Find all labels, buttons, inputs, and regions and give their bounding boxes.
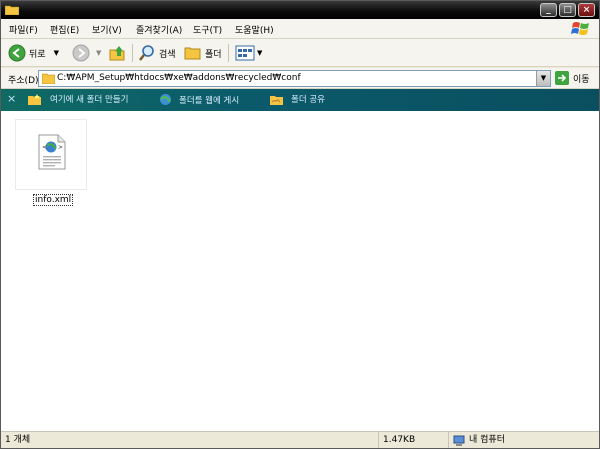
address-label: 주소(D): [8, 76, 39, 86]
go-button[interactable]: 이동: [555, 71, 590, 85]
views-icon: [235, 45, 255, 61]
status-location: 내 컴퓨터: [449, 432, 599, 448]
menu-bar: 파일(F) 편집(E) 보기(V) 즐겨찾기(A) 도구(T) 도움말(H): [1, 19, 599, 39]
file-list-area[interactable]: < > info.xml: [1, 111, 599, 431]
minimize-button[interactable]: _: [540, 3, 557, 17]
menu-edit[interactable]: 편집(E): [50, 23, 79, 36]
task-new-folder-label: 여기에 새 폴더 만들기: [50, 95, 129, 105]
task-new-folder[interactable]: 여기에 새 폴더 만들기: [28, 93, 129, 105]
go-arrow-icon: [555, 71, 569, 85]
maximize-button[interactable]: □: [559, 3, 576, 17]
menu-view[interactable]: 보기(V): [92, 23, 122, 36]
menu-favorites[interactable]: 즐겨찾기(A): [136, 23, 182, 36]
toolbar: 뒤로 ▼ ▼ 검색 폴더 ▼: [1, 39, 599, 67]
task-publish-web-label: 폴더를 웹에 게시: [179, 95, 240, 106]
file-item-thumbnail[interactable]: < >: [15, 119, 87, 190]
toolbar-separator: [132, 44, 133, 62]
address-field[interactable]: C:₩APM_Setup₩htdocs₩xe₩addons₩recycled₩c…: [38, 70, 551, 87]
menu-file[interactable]: 파일(F): [9, 23, 38, 36]
forward-button[interactable]: ▼: [72, 43, 101, 63]
views-dropdown-icon[interactable]: ▼: [257, 49, 262, 57]
forward-dropdown-icon[interactable]: ▼: [96, 49, 101, 57]
status-bar: 1 개체 1.47KB 내 컴퓨터: [1, 431, 599, 448]
menu-help[interactable]: 도움말(H): [235, 23, 274, 36]
new-folder-icon: [28, 93, 41, 105]
title-bar[interactable]: _ □ ×: [1, 1, 599, 19]
search-label: 검색: [159, 49, 176, 60]
status-size: 1.47KB: [379, 432, 449, 448]
svg-text:>: >: [58, 144, 63, 151]
search-icon: [139, 45, 154, 61]
back-button[interactable]: 뒤로 ▼: [8, 43, 59, 63]
back-label: 뒤로: [29, 49, 46, 60]
task-share-folder[interactable]: 폴더 공유: [270, 93, 325, 105]
up-folder-button[interactable]: [109, 43, 127, 63]
task-publish-web[interactable]: 폴더를 웹에 게시: [159, 93, 239, 106]
folder-icon: [42, 73, 55, 84]
go-label: 이동: [573, 74, 590, 85]
forward-arrow-icon: [72, 44, 90, 62]
file-name-label[interactable]: info.xml: [33, 194, 74, 206]
explorer-window: _ □ × 파일(F) 편집(E) 보기(V) 즐겨찾기(A) 도구(T) 도움…: [0, 0, 600, 449]
toolbar-separator: [228, 44, 229, 62]
task-bar: × 여기에 새 폴더 만들기 폴더를 웹에 게시 폴더 공유: [1, 89, 599, 111]
address-input[interactable]: C:₩APM_Setup₩htdocs₩xe₩addons₩recycled₩c…: [57, 73, 301, 83]
task-share-folder-label: 폴더 공유: [291, 95, 325, 105]
folders-icon: [184, 47, 201, 60]
share-folder-icon: [270, 95, 283, 105]
back-arrow-icon: [8, 44, 26, 62]
svg-text:<: <: [42, 144, 47, 151]
my-computer-icon: [453, 435, 465, 446]
xml-file-icon: < >: [38, 134, 66, 170]
close-button[interactable]: ×: [578, 3, 595, 17]
publish-web-icon: [160, 94, 171, 105]
address-dropdown-button[interactable]: ▼: [536, 71, 550, 86]
folder-icon: [5, 5, 19, 15]
address-bar: 주소(D) C:₩APM_Setup₩htdocs₩xe₩addons₩recy…: [1, 68, 599, 89]
views-button[interactable]: ▼: [235, 43, 262, 63]
up-folder-icon: [109, 46, 125, 61]
status-object-count: 1 개체: [1, 432, 379, 448]
menu-tools[interactable]: 도구(T): [193, 23, 222, 36]
back-dropdown-icon[interactable]: ▼: [54, 49, 59, 57]
close-task-pane-icon[interactable]: ×: [7, 93, 16, 105]
folders-button[interactable]: 폴더: [184, 43, 222, 63]
windows-logo-icon: [571, 22, 589, 35]
status-location-label: 내 컴퓨터: [469, 435, 505, 445]
search-button[interactable]: 검색: [138, 43, 176, 63]
folders-label: 폴더: [205, 49, 222, 60]
